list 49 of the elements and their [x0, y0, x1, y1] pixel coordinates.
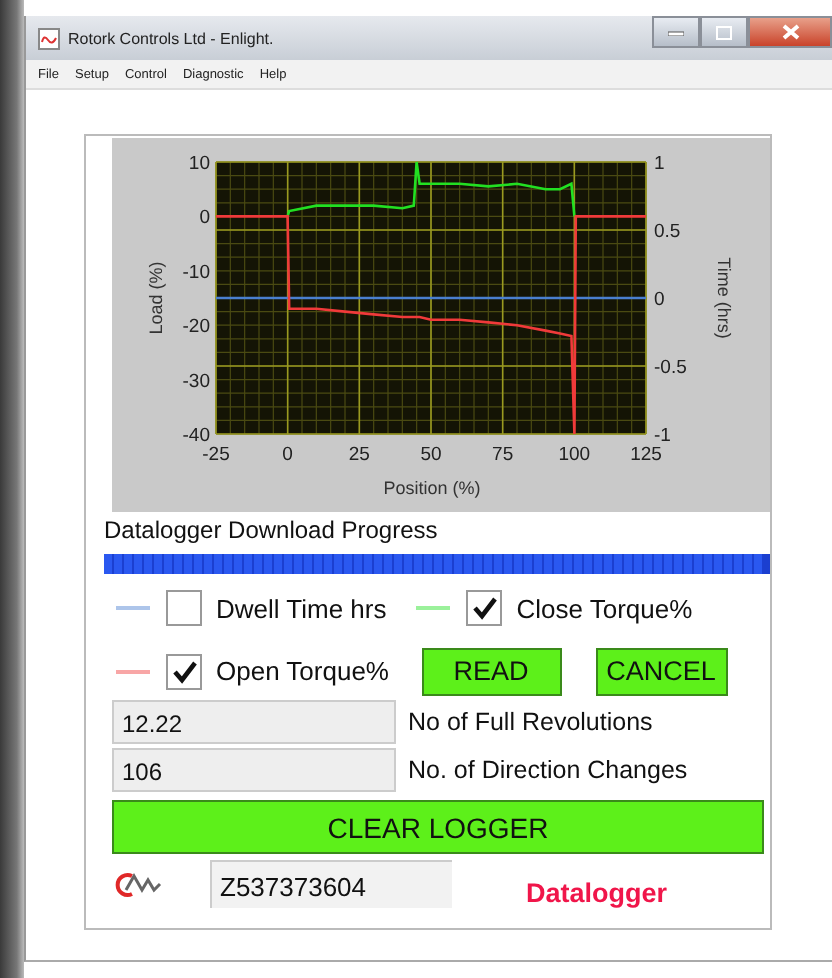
legend-label: Open Torque%: [216, 656, 389, 686]
maximize-icon: [716, 25, 732, 39]
legend-label: Dwell Time hrs: [216, 593, 387, 623]
axis-tick-label: 50: [420, 444, 442, 466]
axis-tick-label: 0.5: [654, 221, 681, 243]
y-axis-label: Load (%): [146, 261, 166, 335]
minimize-button[interactable]: [652, 16, 700, 48]
axis-tick-label: -20: [182, 316, 210, 339]
readout-label: No of Full Revolutions: [408, 708, 653, 736]
logo-icon: [114, 869, 164, 899]
axis-tick-label: -30: [182, 370, 210, 393]
axis-tick-label: -25: [202, 444, 230, 466]
checkbox[interactable]: [166, 653, 202, 689]
close-button[interactable]: [748, 16, 832, 48]
x-axis-label: Position (%): [383, 478, 481, 498]
readout-field: 106: [112, 748, 396, 792]
y-axis-label: Time (hrs): [714, 257, 734, 339]
axis-tick-label: 0: [282, 444, 293, 466]
axis-tick-label: 25: [348, 444, 370, 466]
minimize-icon: [668, 29, 684, 35]
legend-line: [416, 606, 451, 610]
axis-tick-label: 1: [654, 153, 665, 175]
window-title: Rotork Controls Ltd - Enlight.: [68, 29, 274, 47]
legend-line: [116, 606, 150, 610]
action-button[interactable]: READ: [421, 647, 561, 695]
axis-tick-label: -10: [182, 261, 210, 284]
axis-tick-label: -40: [182, 425, 210, 447]
mode-label: Datalogger: [526, 877, 668, 907]
close-icon: [781, 24, 799, 40]
axis-tick-label: 0: [654, 289, 665, 311]
axis-tick-label: 125: [630, 444, 662, 466]
axis-tick-label: 10: [188, 153, 210, 175]
legend-label: Close Torque%: [516, 593, 693, 623]
axis-tick-label: 75: [492, 444, 514, 466]
axis-tick-label: -1: [654, 425, 671, 447]
readout-field: 12.22: [112, 700, 396, 744]
app-icon: [38, 27, 60, 49]
checkbox[interactable]: [166, 590, 202, 626]
progress-label: Datalogger Download Progress: [104, 516, 440, 544]
axis-tick-label: 100: [558, 444, 591, 466]
axis-tick-label: 0: [199, 207, 210, 230]
maximize-button[interactable]: [700, 16, 748, 48]
serial-number-field: Z537373604: [210, 860, 452, 908]
legend-line: [116, 669, 150, 673]
checkbox[interactable]: [466, 590, 503, 626]
axis-tick-label: -0.5: [654, 357, 687, 379]
clear-logger-button[interactable]: CLEAR LOGGER: [112, 800, 764, 854]
action-button[interactable]: CANCEL: [595, 647, 727, 695]
readout-label: No. of Direction Changes: [408, 756, 688, 784]
